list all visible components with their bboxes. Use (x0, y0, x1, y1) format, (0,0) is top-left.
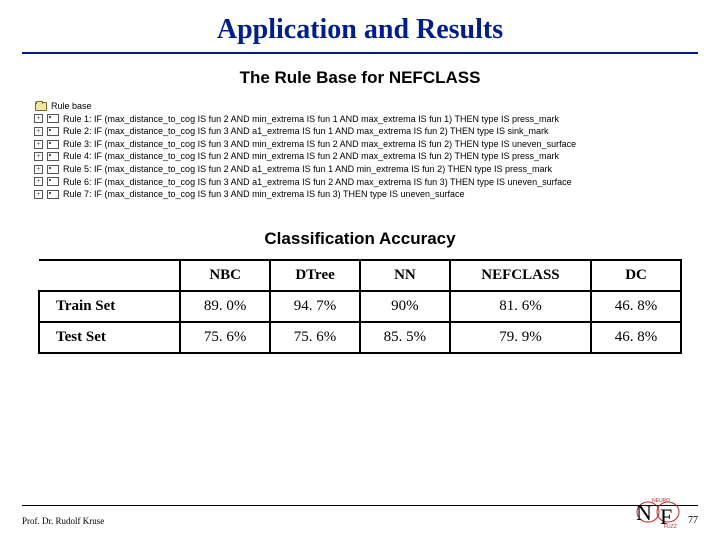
rule-text: Rule 3: IF (max_distance_to_cog IS fun 3… (63, 138, 576, 151)
table-row: Test Set 75. 6% 75. 6% 85. 5% 79. 9% 46.… (39, 322, 681, 353)
card-icon (47, 127, 59, 136)
col-header: NBC (180, 260, 270, 291)
table-corner (39, 260, 180, 291)
col-header: DTree (270, 260, 360, 291)
rule-tree-item[interactable]: + Rule 1: IF (max_distance_to_cog IS fun… (22, 113, 698, 126)
row-header: Train Set (39, 291, 180, 322)
accuracy-table: NBC DTree NN NEFCLASS DC Train Set 89. 0… (38, 259, 682, 354)
rule-tree-item[interactable]: + Rule 4: IF (max_distance_to_cog IS fun… (22, 150, 698, 163)
expand-icon[interactable]: + (34, 114, 43, 123)
table-header-row: NBC DTree NN NEFCLASS DC (39, 260, 681, 291)
col-header: NN (360, 260, 450, 291)
rule-tree-item[interactable]: + Rule 3: IF (max_distance_to_cog IS fun… (22, 138, 698, 151)
cell: 79. 9% (450, 322, 591, 353)
expand-icon[interactable]: + (34, 165, 43, 174)
page-title: Application and Results (22, 14, 698, 46)
card-icon (47, 152, 59, 161)
card-icon (47, 114, 59, 123)
row-header: Test Set (39, 322, 180, 353)
rule-tree: Rule base + Rule 1: IF (max_distance_to_… (22, 98, 698, 207)
rule-tree-item[interactable]: + Rule 2: IF (max_distance_to_cog IS fun… (22, 125, 698, 138)
cell: 90% (360, 291, 450, 322)
rule-text: Rule 4: IF (max_distance_to_cog IS fun 2… (63, 150, 559, 163)
col-header: NEFCLASS (450, 260, 591, 291)
cell: 85. 5% (360, 322, 450, 353)
cell: 94. 7% (270, 291, 360, 322)
cell: 46. 8% (591, 322, 681, 353)
cell: 81. 6% (450, 291, 591, 322)
cell: 75. 6% (180, 322, 270, 353)
rule-root-label: Rule base (51, 100, 92, 113)
rule-tree-root[interactable]: Rule base (22, 100, 698, 113)
rule-tree-item[interactable]: + Rule 5: IF (max_distance_to_cog IS fun… (22, 163, 698, 176)
cell: 46. 8% (591, 291, 681, 322)
expand-icon[interactable]: + (34, 190, 43, 199)
col-header: DC (591, 260, 681, 291)
footer-author: Prof. Dr. Rudolf Kruse (22, 516, 104, 526)
accuracy-table-wrap: NBC DTree NN NEFCLASS DC Train Set 89. 0… (38, 259, 682, 354)
rule-text: Rule 1: IF (max_distance_to_cog IS fun 2… (63, 113, 559, 126)
rule-text: Rule 2: IF (max_distance_to_cog IS fun 3… (63, 125, 549, 138)
table-row: Train Set 89. 0% 94. 7% 90% 81. 6% 46. 8… (39, 291, 681, 322)
svg-text:NEURO: NEURO (652, 498, 670, 504)
folder-icon (35, 102, 47, 111)
svg-text:FUZZ: FUZZ (664, 524, 677, 528)
rule-text: Rule 7: IF (max_distance_to_cog IS fun 3… (63, 188, 465, 201)
section-heading-rulebase: The Rule Base for NEFCLASS (22, 68, 698, 88)
rule-text: Rule 6: IF (max_distance_to_cog IS fun 3… (63, 176, 572, 189)
rule-tree-item[interactable]: + Rule 7: IF (max_distance_to_cog IS fun… (22, 188, 698, 201)
cell: 89. 0% (180, 291, 270, 322)
expand-icon[interactable]: + (34, 152, 43, 161)
card-icon (47, 177, 59, 186)
svg-text:N: N (636, 500, 652, 525)
cell: 75. 6% (270, 322, 360, 353)
card-icon (47, 140, 59, 149)
expand-icon[interactable]: + (34, 127, 43, 136)
neurofuzz-logo-icon: N F NEURO FUZZ (636, 494, 680, 528)
page-number: 77 (688, 515, 698, 526)
section-heading-accuracy: Classification Accuracy (22, 229, 698, 249)
card-icon (47, 190, 59, 199)
card-icon (47, 165, 59, 174)
expand-icon[interactable]: + (34, 140, 43, 149)
expand-icon[interactable]: + (34, 177, 43, 186)
footer-divider (22, 505, 698, 506)
rule-tree-item[interactable]: + Rule 6: IF (max_distance_to_cog IS fun… (22, 176, 698, 189)
title-underline (22, 52, 698, 54)
rule-text: Rule 5: IF (max_distance_to_cog IS fun 2… (63, 163, 552, 176)
